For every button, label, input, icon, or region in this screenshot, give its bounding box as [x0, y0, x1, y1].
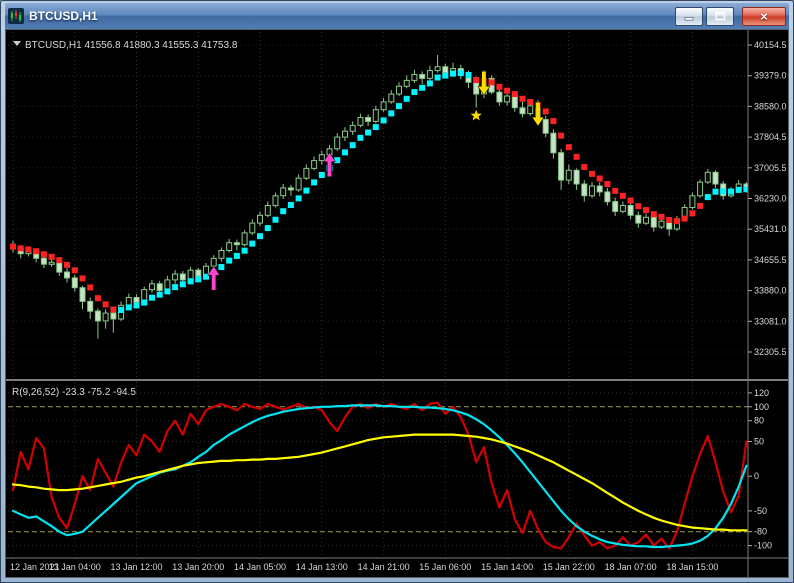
- price-label: 36230.0: [754, 194, 787, 204]
- price-label: 33081.0: [754, 316, 787, 326]
- close-button[interactable]: ×: [742, 6, 786, 26]
- indicator-pane-area[interactable]: [7, 382, 748, 557]
- chart-window: BTCUSD,H1 × 40154.5 39379.0 38580.0 3780…: [0, 0, 794, 583]
- price-label: 40154.5: [754, 40, 787, 50]
- price-label: 35431.0: [754, 224, 787, 234]
- price-label: 33880.0: [754, 286, 787, 296]
- window-chart-icon: [8, 8, 24, 24]
- window-title: BTCUSD,H1: [29, 9, 98, 23]
- time-label: 14 Jan 05:00: [234, 562, 286, 572]
- price-label: 37804.5: [754, 132, 787, 142]
- time-label: 18 Jan 07:00: [605, 562, 657, 572]
- indicator-level-label: -50: [754, 506, 767, 516]
- indicator-level-label: 50: [754, 437, 764, 447]
- close-icon: ×: [760, 8, 768, 24]
- restore-button[interactable]: [706, 6, 734, 26]
- indicator-level-label: -80: [754, 527, 767, 537]
- window-controls: ×: [675, 6, 786, 26]
- price-label: 38580.0: [754, 101, 787, 111]
- indicator-level-label: 0: [754, 471, 759, 481]
- restore-icon: [715, 11, 725, 21]
- minimize-button[interactable]: [675, 6, 703, 26]
- price-label: 37005.5: [754, 163, 787, 173]
- time-label: 14 Jan 13:00: [296, 562, 348, 572]
- minimize-icon: [684, 16, 694, 20]
- time-label: 15 Jan 14:00: [481, 562, 533, 572]
- price-label: 32305.5: [754, 347, 787, 357]
- time-label: 13 Jan 04:00: [49, 562, 101, 572]
- time-axis[interactable]: 12 Jan 202113 Jan 04:00 13 Jan 12:00 13 Ja…: [10, 562, 718, 572]
- time-label: 13 Jan 12:00: [110, 562, 162, 572]
- time-label: 15 Jan 22:00: [543, 562, 595, 572]
- price-label: 39379.0: [754, 71, 787, 81]
- time-label: 14 Jan 21:00: [358, 562, 410, 572]
- main-chart-area[interactable]: [7, 31, 748, 379]
- indicator-level-label: -100: [754, 541, 772, 551]
- indicator-level-label: 120: [754, 388, 769, 398]
- title-bar[interactable]: BTCUSD,H1 ×: [5, 3, 789, 29]
- time-label: 13 Jan 20:00: [172, 562, 224, 572]
- indicator-level-label: 80: [754, 416, 764, 426]
- time-label: 15 Jan 06:00: [419, 562, 471, 572]
- price-label: 34655.5: [754, 255, 787, 265]
- chart-client-area: 40154.5 39379.0 38580.0 37804.5 37005.5 36230…: [5, 29, 789, 578]
- indicator-level-label: 100: [754, 402, 769, 412]
- time-label: 18 Jan 15:00: [666, 562, 718, 572]
